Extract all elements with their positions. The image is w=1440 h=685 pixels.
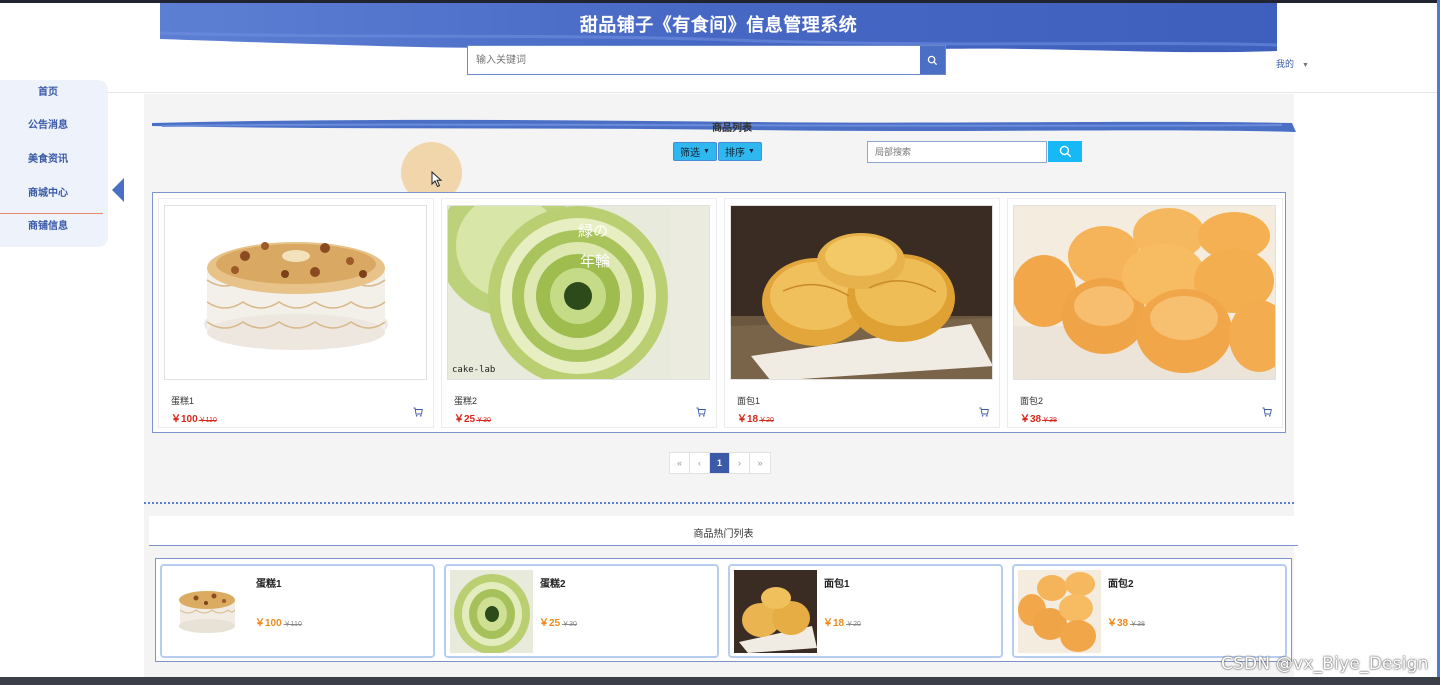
- sidebar-item-announcements[interactable]: 公告消息: [0, 116, 96, 131]
- hot-product-old-price: ￥30: [562, 621, 577, 628]
- cart-icon[interactable]: [1262, 407, 1272, 417]
- hot-list-header: 商品热门列表: [149, 516, 1298, 546]
- product-old-price: ￥38: [1042, 417, 1057, 424]
- hot-product-image-matcha-roll[interactable]: [450, 570, 533, 653]
- sidebar-active-indicator: [0, 213, 103, 214]
- image-watermark-text: cake-lab: [452, 365, 496, 375]
- product-card[interactable]: 面包1 ￥18￥20: [724, 198, 1000, 428]
- search-icon: [927, 55, 938, 65]
- page-last-button[interactable]: »: [750, 453, 770, 473]
- local-search-button[interactable]: [1048, 141, 1082, 162]
- hot-product-image-bread-rolls[interactable]: [1018, 570, 1101, 653]
- hot-product-name[interactable]: 面包1: [824, 575, 850, 590]
- product-name[interactable]: 面包1: [737, 394, 760, 407]
- hot-product-card[interactable]: 蛋糕2 ￥25 ￥30: [444, 564, 719, 658]
- product-price: ￥25￥30: [454, 414, 491, 425]
- user-menu[interactable]: 我的 ▼: [1276, 57, 1309, 70]
- hot-product-name[interactable]: 蛋糕2: [540, 575, 566, 590]
- hot-product-old-price: ￥20: [846, 621, 861, 628]
- product-card[interactable]: 蛋糕1 ￥100￥110: [158, 198, 434, 428]
- caret-down-icon: ▼: [703, 148, 710, 155]
- hot-product-name[interactable]: 面包2: [1108, 575, 1134, 590]
- hot-product-price: ￥38 ￥38: [1107, 618, 1145, 629]
- pagination: « ‹ 1 › »: [669, 452, 771, 474]
- product-name[interactable]: 蛋糕2: [454, 394, 477, 407]
- product-old-price: ￥20: [759, 417, 774, 424]
- hot-product-card[interactable]: 面包1 ￥18 ￥20: [728, 564, 1003, 658]
- hot-product-old-price: ￥38: [1130, 621, 1145, 628]
- product-price: ￥18￥20: [737, 414, 774, 425]
- hot-product-name[interactable]: 蛋糕1: [256, 575, 282, 590]
- hot-product-grid: 蛋糕1 ￥100 ￥110 蛋糕2 ￥25 ￥30 面包1 ￥18 ￥20 面包…: [155, 558, 1292, 662]
- product-list-header: 商品列表: [152, 114, 1296, 136]
- product-card[interactable]: 緑の 年輪 cake-lab 蛋糕2 ￥25￥30: [441, 198, 717, 428]
- search-button[interactable]: [920, 46, 945, 74]
- hot-product-price: ￥25 ￥30: [539, 618, 577, 629]
- product-image-cake[interactable]: [164, 205, 427, 380]
- svg-text:緑の: 緑の: [578, 222, 608, 240]
- page-next-button[interactable]: ›: [730, 453, 750, 473]
- sort-dropdown[interactable]: 排序 ▼: [718, 142, 762, 161]
- hot-product-card[interactable]: 蛋糕1 ￥100 ￥110: [160, 564, 435, 658]
- csdn-watermark: CSDN @vx_Biye_Design: [1221, 654, 1429, 674]
- caret-down-icon: ▼: [1302, 62, 1309, 69]
- product-price: ￥100￥110: [171, 414, 217, 425]
- sidebar-nav: 首页 公告消息 美食资讯 商城中心 商铺信息: [0, 80, 108, 247]
- mouse-cursor-icon: [431, 171, 443, 188]
- page-number-button[interactable]: 1: [710, 453, 730, 473]
- local-search-input[interactable]: [868, 142, 1046, 162]
- hot-product-card[interactable]: 面包2 ￥38 ￥38: [1012, 564, 1287, 658]
- product-name[interactable]: 蛋糕1: [171, 394, 194, 407]
- cart-icon[interactable]: [413, 407, 423, 417]
- hot-list-title: 商品热门列表: [693, 529, 754, 540]
- filter-label: 筛选: [680, 148, 700, 159]
- product-list-title: 商品列表: [712, 123, 752, 134]
- product-old-price: ￥110: [198, 417, 217, 424]
- sidebar-arrow-icon[interactable]: [112, 178, 124, 202]
- product-image-matcha-roll[interactable]: 緑の 年輪 cake-lab: [447, 205, 710, 380]
- product-card[interactable]: 面包2 ￥38￥38: [1007, 198, 1283, 428]
- search-input[interactable]: [468, 46, 920, 74]
- cart-icon[interactable]: [696, 407, 706, 417]
- global-search: [467, 45, 946, 75]
- product-name[interactable]: 面包2: [1020, 394, 1043, 407]
- hot-product-image-cake[interactable]: [166, 570, 249, 653]
- page-prev-button[interactable]: ‹: [690, 453, 710, 473]
- local-search-box: [867, 141, 1047, 163]
- hot-product-price: ￥100 ￥110: [255, 618, 302, 629]
- product-old-price: ￥30: [476, 417, 491, 424]
- sort-label: 排序: [725, 148, 745, 159]
- user-menu-label: 我的: [1276, 59, 1295, 69]
- product-image-bread-rolls[interactable]: [1013, 205, 1276, 380]
- product-image-pastry-buns[interactable]: [730, 205, 993, 380]
- site-header: 甜品铺子《有食间》信息管理系统 我的 ▼: [0, 3, 1437, 93]
- section-divider: [144, 502, 1294, 504]
- site-title: 甜品铺子《有食间》信息管理系统: [579, 15, 858, 35]
- caret-down-icon: ▼: [748, 148, 755, 155]
- sidebar-item-mall-center[interactable]: 商城中心: [0, 184, 96, 199]
- sidebar-item-home[interactable]: 首页: [0, 83, 96, 98]
- sidebar-item-food-news[interactable]: 美食资讯: [0, 150, 96, 165]
- hot-product-image-pastry-buns[interactable]: [734, 570, 817, 653]
- window-bottom-bar: [0, 677, 1440, 685]
- page-first-button[interactable]: «: [670, 453, 690, 473]
- filter-dropdown[interactable]: 筛选 ▼: [673, 142, 717, 161]
- sidebar-item-shop-info[interactable]: 商铺信息: [0, 217, 96, 232]
- svg-text:年輪: 年輪: [580, 252, 610, 270]
- product-price: ￥38￥38: [1020, 414, 1057, 425]
- product-grid: 蛋糕1 ￥100￥110 緑の 年輪 cake-lab 蛋糕2 ￥25￥30 面…: [152, 192, 1286, 433]
- cart-icon[interactable]: [979, 407, 989, 417]
- search-icon: [1059, 145, 1071, 158]
- hot-product-price: ￥18 ￥20: [823, 618, 861, 629]
- hot-product-old-price: ￥110: [283, 621, 302, 628]
